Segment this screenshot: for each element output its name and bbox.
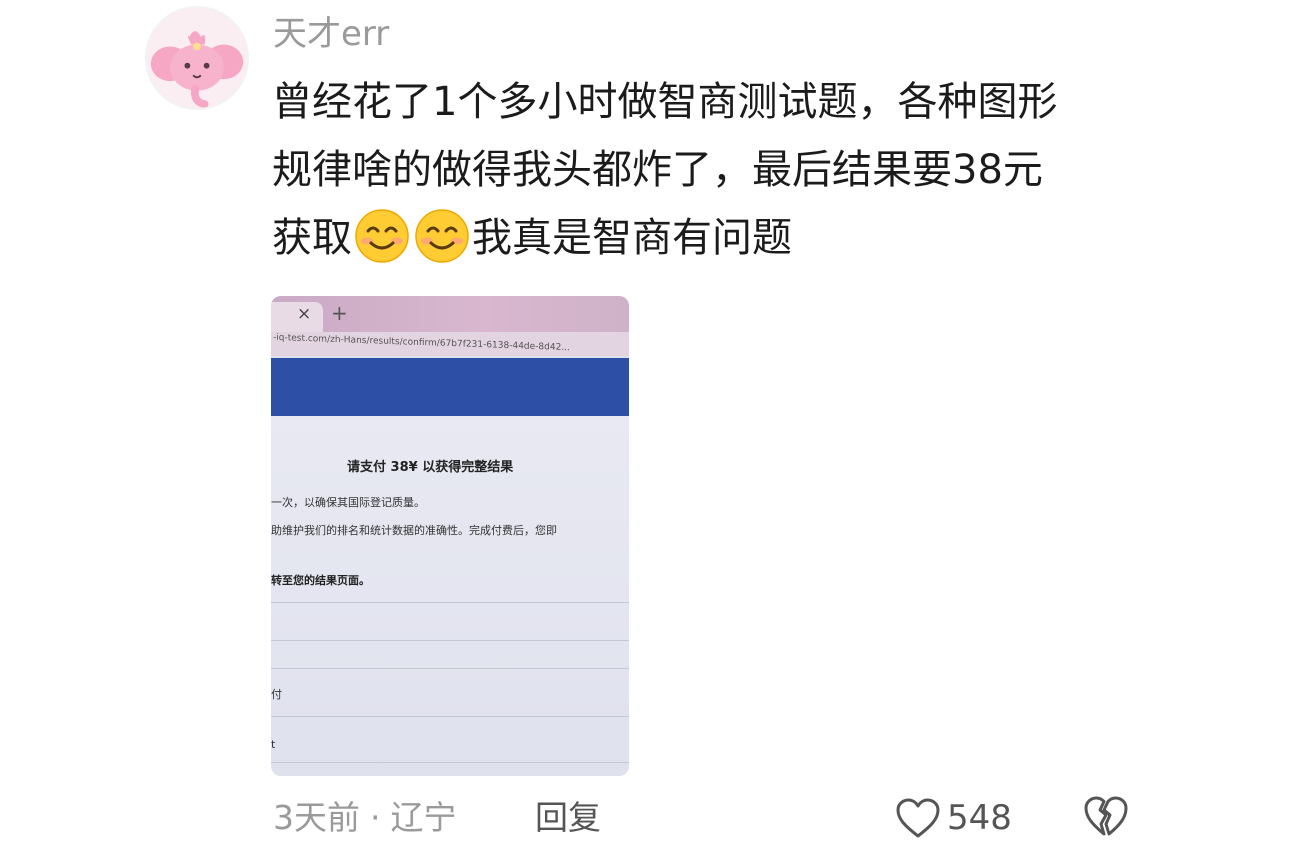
photo-text-line: 一次，以确保其国际登记质量。 (271, 496, 425, 509)
photo-divider (271, 640, 629, 641)
photo-divider (271, 762, 629, 763)
comment-meta: 3天前 · 辽宁 (273, 796, 457, 840)
photo-text-line: 转至您的结果页面。 (271, 574, 370, 587)
comment-text-line: 获取 我真是智商有问题 (272, 204, 1172, 272)
attached-photo[interactable]: × + -iq-test.com/zh-Hans/results/confirm… (271, 296, 629, 776)
smiling-face-emoji-icon (353, 207, 411, 265)
comment-text-line: 规律啥的做得我头都炸了，最后结果要38元 (272, 147, 1043, 193)
comment-location: 辽宁 (390, 798, 457, 837)
avatar[interactable] (145, 6, 249, 110)
comment-text-line: 曾经花了1个多小时做智商测试题，各种图形 (272, 79, 1058, 125)
photo-text-line: 付 (271, 688, 282, 701)
like-button[interactable]: 548 (895, 794, 1012, 842)
photo-divider (271, 602, 629, 603)
comment-text-segment: 获取 (272, 215, 352, 261)
username[interactable]: 天才err (273, 12, 389, 56)
avatar-image (147, 8, 247, 108)
like-count: 548 (947, 798, 1012, 838)
photo-browser-tabbar (271, 296, 629, 332)
photo-plus-icon: + (331, 301, 348, 325)
comment-item: 天才err 曾经花了1个多小时做智商测试题，各种图形 规律啥的做得我头都炸了，最… (0, 0, 1289, 868)
photo-heading: 请支付 38¥ 以获得完整结果 (347, 460, 514, 475)
broken-heart-icon (1084, 796, 1128, 836)
meta-separator: · (370, 798, 381, 837)
comment-text-segment: 我真是智商有问题 (472, 215, 792, 261)
smiling-face-emoji-icon (413, 207, 471, 265)
comment-text: 曾经花了1个多小时做智商测试题，各种图形 规律啥的做得我头都炸了，最后结果要38… (272, 68, 1172, 272)
photo-divider (271, 668, 629, 669)
photo-header-band (271, 358, 629, 416)
heart-icon (896, 798, 940, 838)
photo-close-icon: × (297, 304, 312, 324)
photo-text-line: 助维护我们的排名和统计数据的准确性。完成付费后，您即 (271, 524, 557, 537)
comment-time: 3天前 (273, 798, 360, 837)
reply-button[interactable]: 回复 (535, 796, 601, 840)
photo-divider (271, 716, 629, 717)
photo-text-line: t (271, 738, 276, 751)
dislike-button[interactable] (1083, 794, 1129, 838)
